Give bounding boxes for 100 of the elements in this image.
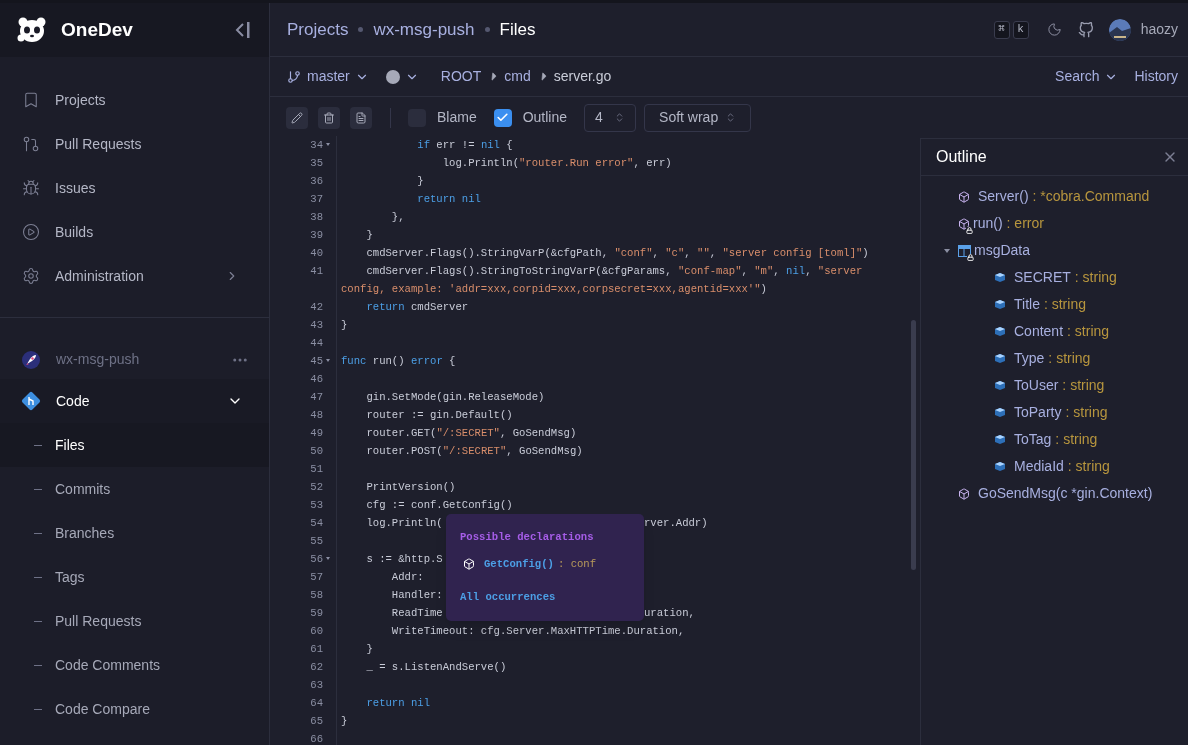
- checkbox-label: Blame: [437, 108, 477, 127]
- line-number: 66: [310, 732, 323, 745]
- field-icon: [994, 380, 1006, 391]
- view-plain-button[interactable]: [350, 106, 372, 129]
- avatar[interactable]: [1108, 18, 1131, 41]
- outline-item[interactable]: ToUser : string: [921, 372, 1188, 399]
- struct-icon: [958, 244, 971, 257]
- checkbox[interactable]: [493, 108, 512, 127]
- brand-name: OneDev: [61, 17, 133, 42]
- gear-icon: [22, 267, 40, 285]
- line-number: 61: [310, 642, 323, 657]
- line-number: 43: [310, 318, 323, 333]
- expand-arrow-icon[interactable]: [943, 248, 950, 253]
- bookmark-icon: [22, 91, 40, 109]
- pull-request-icon: [22, 135, 40, 153]
- declaration-item[interactable]: GetConfig() : conf: [460, 555, 630, 573]
- line-number: 50: [310, 444, 323, 459]
- code-line: }: [365, 229, 373, 241]
- outline-item[interactable]: Title : string: [921, 291, 1188, 318]
- cube-icon: [958, 217, 970, 230]
- sub-nav-item[interactable]: Branches: [0, 511, 269, 555]
- toolbar-link[interactable]: History: [1134, 66, 1178, 87]
- edit-button[interactable]: [286, 106, 308, 129]
- outline-item[interactable]: ToParty : string: [921, 399, 1188, 426]
- code-line: }: [341, 319, 348, 331]
- check-icon: [496, 111, 510, 124]
- code-line: uration,: [644, 606, 695, 621]
- line-number: 52: [310, 480, 323, 495]
- wrap-mode-select[interactable]: Soft wrap: [644, 103, 752, 132]
- path-label[interactable]: ROOT: [440, 66, 482, 87]
- outline-item[interactable]: MediaId : string: [921, 453, 1188, 480]
- tab-size-select[interactable]: 4: [584, 103, 637, 132]
- line-number: 51: [310, 462, 323, 477]
- code-line: cfg := conf.GetConfig(): [365, 499, 513, 511]
- code-line: WriteTimeout: cfg.Server.MaxHTTPTime.Duration,: [390, 625, 685, 637]
- code-line: }: [365, 643, 373, 655]
- nav-item[interactable]: Administration: [0, 254, 269, 298]
- code-line: gin.SetMode(gin.ReleaseMode): [365, 391, 545, 403]
- sub-nav-item[interactable]: Tags: [0, 555, 269, 599]
- sub-nav-item[interactable]: Code Comments: [0, 643, 269, 687]
- nav-item[interactable]: Builds: [0, 210, 269, 254]
- code-line: cmdServer.Flags().StringToStringVarP(&cfgParams, "conf-map", "m", nil, "server config, example: 'addr=xxx,corpid=xxx,corpsecret=xxx,agentid=xxx'"): [341, 265, 864, 295]
- code-line: if err != nil {: [416, 139, 513, 151]
- cube-icon: [463, 558, 475, 570]
- outline-item[interactable]: SECRET : string: [921, 264, 1188, 291]
- line-number: 53: [310, 498, 323, 513]
- sub-nav-item[interactable]: Files: [0, 423, 269, 467]
- sub-nav-item[interactable]: Pull Requests: [0, 599, 269, 643]
- popup-title: Possible declarations: [460, 530, 595, 545]
- code-line: }: [341, 715, 348, 727]
- line-number: 56: [310, 552, 323, 567]
- cube-icon: [958, 190, 970, 203]
- dark-mode-icon[interactable]: [1046, 22, 1062, 37]
- lock-icon: [967, 253, 974, 261]
- outline-item[interactable]: Server() : *cobra.Command: [921, 183, 1188, 210]
- fold-arrow-icon[interactable]: [326, 143, 330, 146]
- field-icon: [994, 407, 1006, 418]
- code-line: return nil: [365, 697, 430, 709]
- document-icon: [355, 111, 367, 124]
- rocket-icon: [22, 350, 40, 369]
- breadcrumb[interactable]: wx-msg-push: [373, 16, 475, 43]
- line-number: 65: [310, 714, 323, 729]
- user-name[interactable]: haozy: [1140, 19, 1178, 40]
- outline-item[interactable]: Type : string: [921, 345, 1188, 372]
- outline-item[interactable]: msgData: [921, 237, 1188, 264]
- sub-nav-item[interactable]: Commits: [0, 467, 269, 511]
- outline-item[interactable]: run() : error: [921, 210, 1188, 237]
- code-line: }: [416, 175, 424, 187]
- nav-item[interactable]: Pull Requests: [0, 122, 269, 166]
- line-number: 45: [310, 354, 323, 369]
- code-line: router.POST("/:SECRET", GoSendMsg): [365, 445, 583, 457]
- branch-icon: [287, 69, 301, 84]
- project-name[interactable]: wx-msg-push: [56, 349, 140, 370]
- code-line: log.Println(: [365, 517, 443, 529]
- code-menu[interactable]: Code: [0, 379, 269, 423]
- line-number: 42: [310, 300, 323, 315]
- all-occurrences-link[interactable]: All occurrences: [460, 588, 630, 606]
- build-status-selector[interactable]: [385, 69, 419, 84]
- line-number: 46: [310, 372, 323, 387]
- path-label[interactable]: cmd: [504, 66, 531, 87]
- nav-item[interactable]: Issues: [0, 166, 269, 210]
- outline-item[interactable]: GoSendMsg(c *gin.Context): [921, 480, 1188, 507]
- delete-button[interactable]: [318, 106, 340, 129]
- outline-item[interactable]: ToTag : string: [921, 426, 1188, 453]
- github-icon[interactable]: [1077, 21, 1094, 38]
- branch-selector[interactable]: master: [287, 66, 369, 87]
- code-line: log.Println("router.Run error", err): [441, 157, 672, 169]
- panel-title: Outline: [936, 147, 987, 167]
- fold-arrow-icon[interactable]: [326, 557, 330, 560]
- breadcrumb[interactable]: Projects: [287, 16, 349, 43]
- collapse-sidebar-icon[interactable]: [234, 20, 252, 40]
- outline-item[interactable]: Content : string: [921, 318, 1188, 345]
- pencil-icon: [291, 111, 303, 124]
- fold-arrow-icon[interactable]: [326, 359, 330, 362]
- field-icon: [994, 299, 1006, 310]
- sub-nav-item[interactable]: Code Compare: [0, 687, 269, 731]
- toolbar-link[interactable]: Search: [1055, 66, 1119, 87]
- line-number: 36: [310, 174, 323, 189]
- code-line: return nil: [416, 193, 481, 205]
- nav-item[interactable]: Projects: [0, 78, 269, 122]
